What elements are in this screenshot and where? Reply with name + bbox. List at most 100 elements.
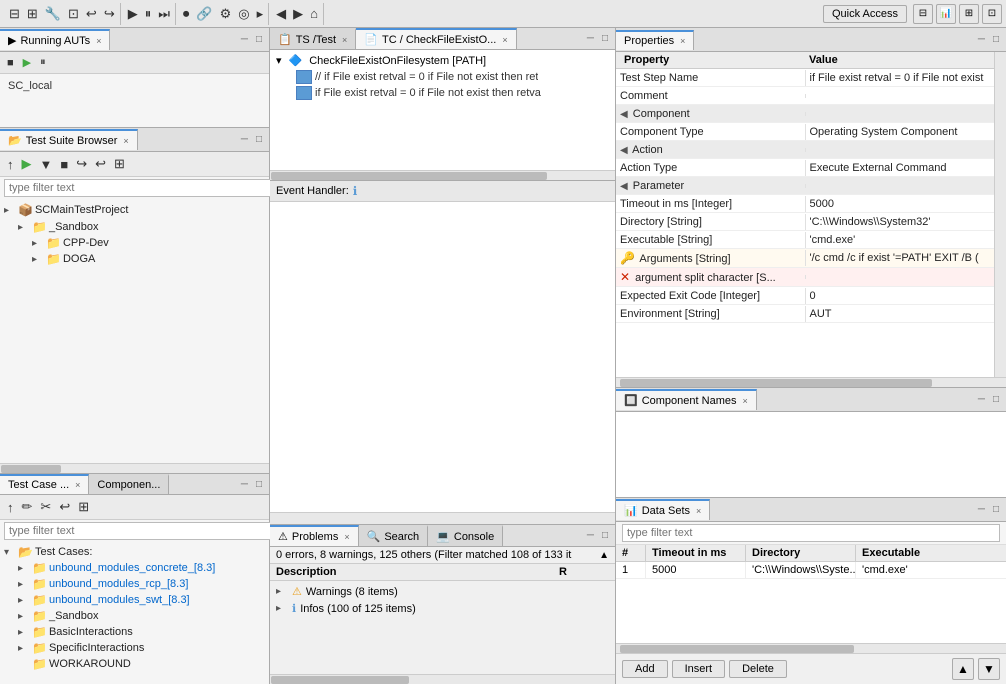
tc-up-btn[interactable]: ↑ <box>4 498 17 517</box>
props-row-9[interactable]: Executable [String] 'cmd.exe' <box>616 231 994 249</box>
toolbar-aut-btn[interactable]: 🔗 <box>193 4 215 24</box>
tsb-run-btn[interactable]: ▶ <box>19 154 35 174</box>
tc-item-1-toggle[interactable]: ▸ <box>18 579 30 590</box>
toolbar-extra-btn[interactable]: ◎ <box>235 4 252 24</box>
problems-scrollbar-h[interactable] <box>270 674 615 684</box>
props-tab-close[interactable]: × <box>680 36 685 46</box>
problems-row-1[interactable]: ▸ ℹ Infos (100 of 125 items) <box>272 600 613 617</box>
ts-step-1[interactable]: if File exist retval = 0 if File not exi… <box>292 85 613 101</box>
tsb-extra-btn[interactable]: ⊞ <box>111 154 128 174</box>
problems-maximize[interactable]: □ <box>599 529 611 542</box>
ts-root-row[interactable]: ▾ 🔷 CheckFileExistOnFilesystem [PATH] <box>272 52 613 69</box>
view-icon-btn-4[interactable]: ⊡ <box>982 4 1002 24</box>
tc-item-2-toggle[interactable]: ▸ <box>18 595 30 606</box>
toolbar-btn-4[interactable]: ⊡ <box>65 4 82 24</box>
tsb-up-btn[interactable]: ↑ <box>4 155 17 174</box>
running-auts-tab[interactable]: ▶ Running AUTs × <box>0 29 110 50</box>
datasets-scrollbar-h[interactable] <box>616 643 1006 653</box>
tc-extra-btn[interactable]: ⊞ <box>75 497 92 517</box>
ra-stop-btn[interactable]: ■ <box>4 55 17 71</box>
toolbar-cfg-btn[interactable]: ⚙ <box>217 4 235 24</box>
view-icon-btn-2[interactable]: 📊 <box>936 4 956 24</box>
tsb-tab[interactable]: 📂 Test Suite Browser × <box>0 129 138 150</box>
datasets-close[interactable]: × <box>696 506 701 516</box>
compnames-tab[interactable]: 🔲 Component Names × <box>616 389 757 410</box>
datasets-insert-btn[interactable]: Insert <box>672 660 726 678</box>
tc-root-row[interactable]: ▾ 📂 Test Cases: <box>2 544 267 560</box>
tc-tab1-close[interactable]: × <box>75 480 80 490</box>
ts-root-toggle[interactable]: ▾ <box>276 54 282 67</box>
tsb-cppdev-row[interactable]: ▸ 📁 CPP-Dev <box>30 235 267 251</box>
tc-item-6[interactable]: ▸ 📁 WORKAROUND <box>16 656 267 672</box>
running-auts-close[interactable]: × <box>96 36 101 46</box>
compnames-minimize[interactable]: ─ <box>975 393 988 406</box>
problems-row-1-expand[interactable]: ▸ <box>276 603 288 614</box>
tc-item-5[interactable]: ▸ 📁 SpecificInteractions <box>16 640 267 656</box>
tc-edit-btn[interactable]: ✏ <box>19 497 36 517</box>
toolbar-btn-6[interactable]: ↪ <box>101 4 118 24</box>
toolbar-rec-btn[interactable]: ⏺ <box>180 4 193 24</box>
props-scrollbar-v[interactable] <box>994 52 1006 377</box>
props-row-0[interactable]: Test Step Name if File exist retval = 0 … <box>616 69 994 87</box>
datasets-up-btn[interactable]: ▲ <box>952 658 974 680</box>
toolbar-back-btn[interactable]: ◀ <box>273 4 289 24</box>
ts-tab2[interactable]: 📄 TC / CheckFileExistO... × <box>356 28 516 49</box>
tc-maximize[interactable]: □ <box>253 478 265 491</box>
props-row-12[interactable]: Expected Exit Code [Integer] 0 <box>616 287 994 305</box>
tsb-root-row[interactable]: ▸ 📦 SCMainTestProject <box>2 202 267 218</box>
problems-tab1[interactable]: ⚠ Problems × <box>270 525 359 546</box>
running-auts-minimize[interactable]: ─ <box>238 33 251 46</box>
tsb-cppdev-toggle[interactable]: ▸ <box>32 238 44 249</box>
toolbar-stop-btn[interactable]: ⏸ <box>142 4 155 24</box>
compnames-maximize[interactable]: □ <box>990 393 1002 406</box>
toolbar-run-btn[interactable]: ▶ <box>125 4 141 24</box>
datasets-down-btn[interactable]: ▼ <box>978 658 1000 680</box>
datasets-add-btn[interactable]: Add <box>622 660 668 678</box>
tsb-maximize[interactable]: □ <box>253 133 265 146</box>
tsb-menu-btn[interactable]: ▼ <box>37 155 56 174</box>
tsb-doga-toggle[interactable]: ▸ <box>32 254 44 265</box>
props-scrollbar-h[interactable] <box>616 377 1006 387</box>
tc-item-2[interactable]: ▸ 📁 unbound_modules_swt_[8.3] <box>16 592 267 608</box>
tc-cut-btn[interactable]: ✂ <box>37 497 54 517</box>
tsb-scrollbar-h[interactable] <box>0 463 269 473</box>
tc-item-0-toggle[interactable]: ▸ <box>18 563 30 574</box>
ra-run-btn[interactable]: ▶ <box>20 54 34 71</box>
problems-tab2[interactable]: 🔍 Search <box>359 525 429 546</box>
tc-item-4[interactable]: ▸ 📁 BasicInteractions <box>16 624 267 640</box>
view-icon-btn-3[interactable]: ⊞ <box>959 4 979 24</box>
toolbar-extra2-btn[interactable]: ▸ <box>254 4 267 24</box>
props-section-action-collapse[interactable]: ◀ <box>620 145 628 156</box>
datasets-filter-input[interactable] <box>622 524 1000 542</box>
tc-item-5-toggle[interactable]: ▸ <box>18 643 30 654</box>
tsb-sandbox-toggle[interactable]: ▸ <box>18 222 30 233</box>
props-row-3[interactable]: Component Type Operating System Componen… <box>616 123 994 141</box>
problems-row-0[interactable]: ▸ ⚠ Warnings (8 items) <box>272 583 613 600</box>
props-row-13[interactable]: Environment [String] AUT <box>616 305 994 323</box>
toolbar-step-btn[interactable]: ⏭ <box>155 4 173 24</box>
tc-root-toggle[interactable]: ▾ <box>4 547 16 558</box>
toolbar-btn-5[interactable]: ↩ <box>83 4 100 24</box>
props-maximize[interactable]: □ <box>990 33 1002 46</box>
toolbar-fwd-btn[interactable]: ▶ <box>290 4 306 24</box>
tc-item-1[interactable]: ▸ 📁 unbound_modules_rcp_[8.3] <box>16 576 267 592</box>
tsb-fwd-btn[interactable]: ↩ <box>92 154 109 174</box>
quick-access-button[interactable]: Quick Access <box>823 5 907 23</box>
event-scrollbar[interactable] <box>270 512 615 524</box>
problems-collapse-btn[interactable]: ▲ <box>599 550 609 561</box>
props-section-parameter-collapse[interactable]: ◀ <box>620 181 628 192</box>
ts-tab1-close[interactable]: × <box>342 35 347 45</box>
problems-tab3[interactable]: 💻 Console <box>428 525 503 546</box>
toolbar-btn-2[interactable]: ⊞ <box>24 4 41 24</box>
tsb-doga-row[interactable]: ▸ 📁 DOGA <box>30 251 267 267</box>
ts-maximize[interactable]: □ <box>599 32 611 45</box>
ra-pause-btn[interactable]: ⏸ <box>37 54 49 71</box>
tsb-root-toggle[interactable]: ▸ <box>4 205 16 216</box>
toolbar-home-btn[interactable]: ⌂ <box>307 4 321 23</box>
props-row-7[interactable]: Timeout in ms [Integer] 5000 <box>616 195 994 213</box>
tsb-close[interactable]: × <box>123 136 128 146</box>
tc-tab1[interactable]: Test Case ... × <box>0 474 89 494</box>
props-section-component-collapse[interactable]: ◀ <box>620 109 628 120</box>
props-row-11[interactable]: ✕ argument split character [S... <box>616 268 994 287</box>
ts-step-0[interactable]: // if File exist retval = 0 if File not … <box>292 69 613 85</box>
